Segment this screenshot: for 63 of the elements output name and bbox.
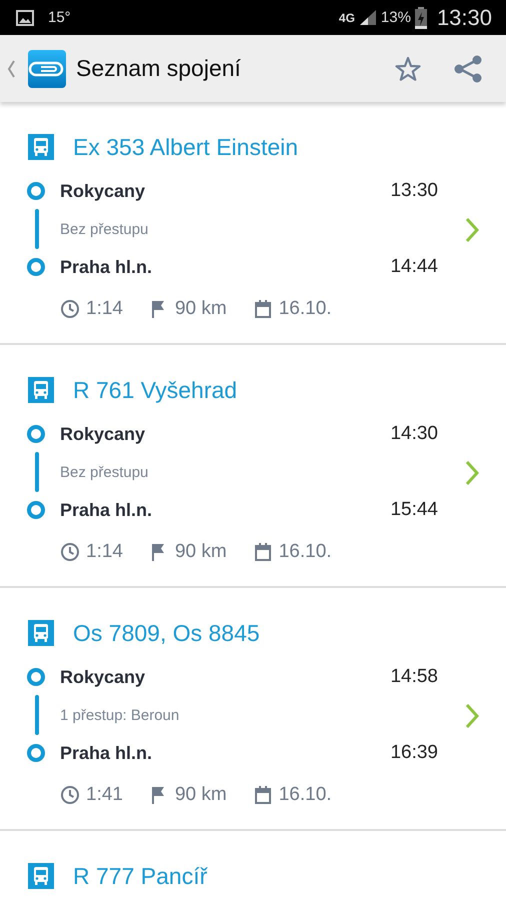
time-label: 14:44 bbox=[390, 256, 438, 278]
chevron-right-icon bbox=[464, 216, 480, 242]
train-name: R 761 Vyšehrad bbox=[73, 376, 238, 404]
network-label: 4G bbox=[338, 10, 355, 24]
station-name: Praha hl.n. bbox=[60, 256, 154, 278]
route-line bbox=[35, 695, 39, 735]
stop-dot-icon bbox=[27, 668, 45, 686]
stop-dot-icon bbox=[27, 182, 45, 200]
distance: 90 km bbox=[174, 784, 227, 806]
route-line bbox=[35, 452, 39, 492]
date: 16.10. bbox=[278, 784, 332, 806]
stop-dot-icon bbox=[27, 425, 45, 443]
time-label: 14:30 bbox=[390, 423, 438, 445]
battery-percent: 13% bbox=[380, 9, 411, 26]
temperature: 15° bbox=[48, 9, 71, 26]
transfer-info: Bez přestupu bbox=[60, 464, 150, 480]
back-icon[interactable] bbox=[6, 58, 16, 78]
date: 16.10. bbox=[278, 541, 332, 563]
battery-icon bbox=[414, 6, 427, 28]
station-name: Rokycany bbox=[60, 666, 146, 688]
time-label: 16:39 bbox=[390, 742, 438, 764]
time-label: 13:30 bbox=[390, 180, 438, 202]
stop-dot-icon bbox=[27, 744, 45, 762]
stop-dot-icon bbox=[27, 501, 45, 519]
clock-icon bbox=[60, 299, 80, 319]
clock: 13:30 bbox=[436, 4, 492, 30]
train-name: Os 7809, Os 8845 bbox=[73, 620, 260, 646]
train-icon bbox=[28, 620, 54, 646]
chevron-right-icon bbox=[464, 702, 480, 728]
clock-icon bbox=[60, 785, 80, 805]
station-name: Rokycany bbox=[60, 424, 146, 444]
chevron-right-icon bbox=[464, 460, 480, 486]
station-name: Rokycany bbox=[60, 180, 146, 202]
duration: 1:14 bbox=[86, 541, 123, 563]
connection-item[interactable]: R 761 Vyšehrad Rokycany 14:30 Bez přestupu Praha hl.n. 15:44 1:14 90 km 16.10. bbox=[0, 345, 506, 588]
time-label: 14:58 bbox=[390, 666, 438, 688]
connection-item[interactable]: Os 7809, Os 8845 Rokycany 14:58 1 přestup: Beroun Praha hl.n. 16:39 1:41 90 km 16.10. bbox=[0, 588, 506, 831]
calendar-icon bbox=[252, 542, 273, 562]
station-name: Praha hl.n. bbox=[60, 500, 154, 520]
transfer-info: Bez přestupu bbox=[60, 220, 150, 238]
train-name: Ex 353 Albert Einstein bbox=[73, 134, 298, 160]
clock-icon bbox=[60, 542, 80, 562]
train-icon bbox=[28, 134, 54, 160]
signal-icon bbox=[358, 9, 377, 26]
duration: 1:14 bbox=[86, 298, 123, 320]
train-icon bbox=[28, 377, 54, 403]
screen-title: Seznam spojení bbox=[76, 55, 242, 82]
connection-item[interactable]: Ex 353 Albert Einstein Rokycany 13:30 Bez přestupu Praha hl.n. 14:44 1:14 90 km 16.10. bbox=[0, 102, 506, 345]
calendar-icon bbox=[252, 785, 273, 805]
image-icon bbox=[16, 10, 34, 26]
route-line bbox=[35, 209, 39, 249]
train-name: R 777 Pancíř bbox=[73, 862, 208, 890]
transfer-info: 1 přestup: Beroun bbox=[60, 706, 180, 724]
app-logo-icon bbox=[28, 50, 66, 88]
distance: 90 km bbox=[174, 541, 227, 563]
duration: 1:41 bbox=[86, 784, 123, 806]
time-label: 15:44 bbox=[390, 499, 438, 521]
distance: 90 km bbox=[174, 298, 227, 320]
calendar-icon bbox=[252, 299, 273, 319]
stop-dot-icon bbox=[27, 258, 45, 276]
date: 16.10. bbox=[278, 298, 332, 320]
train-icon bbox=[28, 863, 54, 889]
station-name: Praha hl.n. bbox=[60, 742, 154, 764]
